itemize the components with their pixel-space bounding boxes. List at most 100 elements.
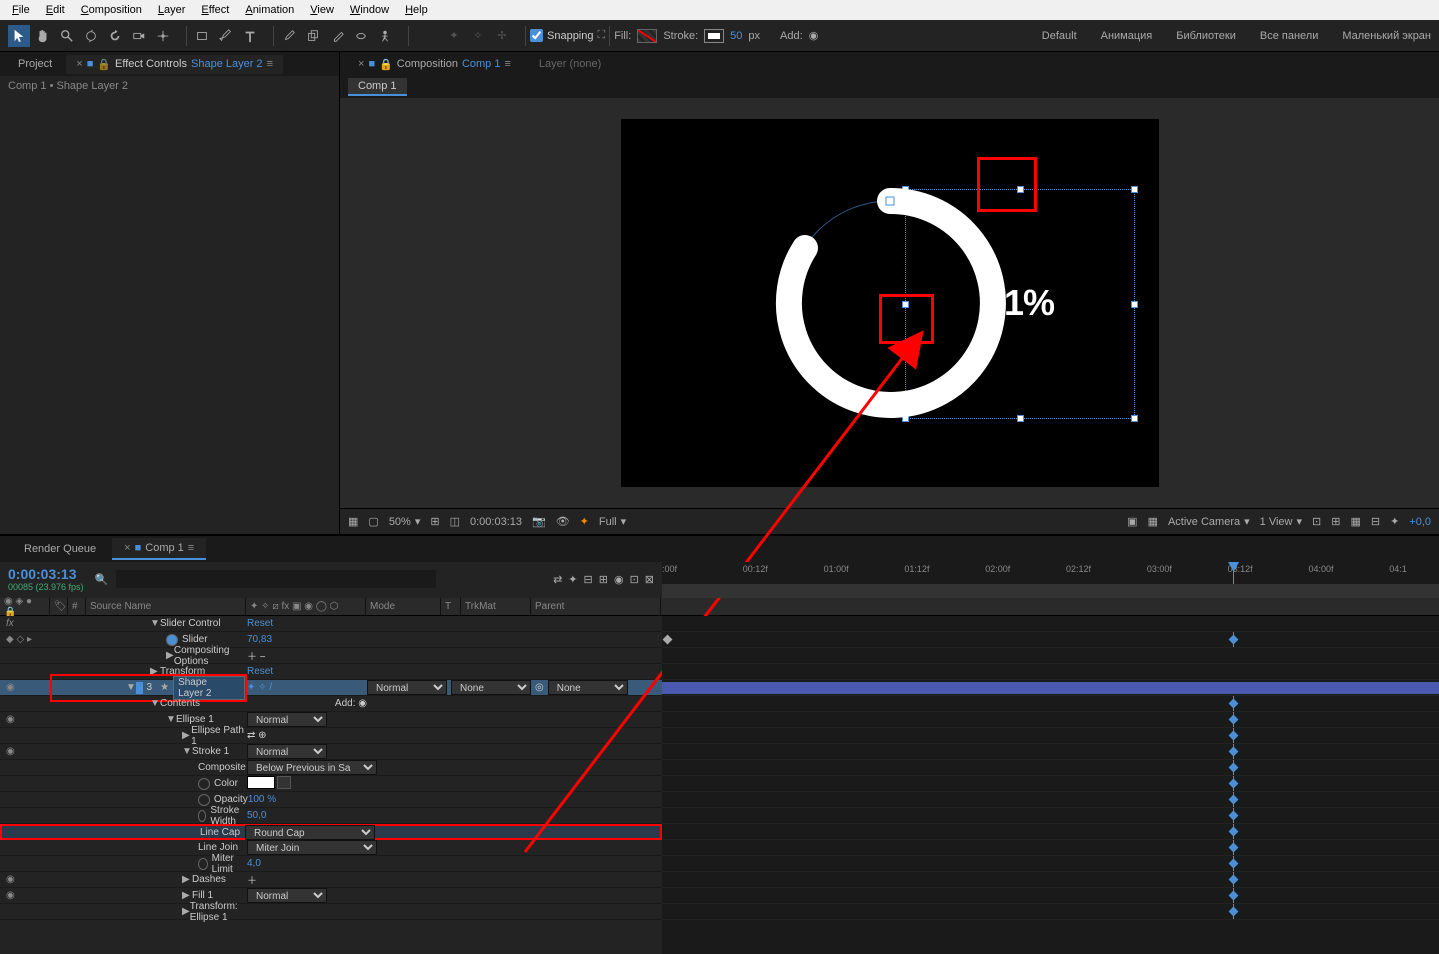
menu-window[interactable]: Window — [342, 4, 397, 16]
row-color[interactable]: Color — [0, 776, 662, 792]
eyedropper-icon[interactable] — [277, 776, 291, 789]
fill-label[interactable]: Fill: — [614, 30, 631, 42]
stroke-label[interactable]: Stroke: — [663, 30, 698, 42]
hide-shy-icon[interactable]: ⊟ — [584, 573, 593, 586]
workspace-all-panels[interactable]: Все панели — [1260, 30, 1318, 42]
stroke-color-swatch[interactable] — [247, 776, 275, 789]
snapshot-icon[interactable]: 📷 — [532, 515, 546, 528]
camera-value[interactable]: Active Camera — [1168, 516, 1240, 528]
rotation-tool[interactable] — [104, 25, 126, 47]
col-trkmat[interactable]: TrkMat — [461, 598, 531, 615]
draft-3d-icon[interactable]: ✦ — [568, 573, 577, 586]
timeline-timecode[interactable]: 0:00:03:13 — [8, 566, 77, 582]
camera-tool[interactable] — [128, 25, 150, 47]
menu-view[interactable]: View — [302, 4, 342, 16]
lock-icon[interactable]: 🔒 — [97, 58, 111, 71]
resolution-icon[interactable]: ⊞ — [430, 515, 439, 528]
anchor-tool[interactable] — [152, 25, 174, 47]
menu-layer[interactable]: Layer — [150, 4, 194, 16]
effect-controls-tab[interactable]: × ■ 🔒 Effect Controls Shape Layer 2 ≡ — [66, 55, 283, 74]
comp-timeline-tab[interactable]: ×■ Comp 1 ≡ — [112, 538, 206, 560]
view-options-icon[interactable]: ⊡ — [1312, 515, 1321, 528]
row-miter-limit[interactable]: Miter Limit 4,0 — [0, 856, 662, 872]
fast-preview-icon[interactable]: ⊞ — [1331, 515, 1340, 528]
workspace-animation[interactable]: Анимация — [1101, 30, 1153, 42]
frame-blend-icon[interactable]: ⊞ — [599, 573, 608, 586]
workspace-default[interactable]: Default — [1042, 30, 1077, 42]
row-composite[interactable]: Composite Below Previous in Sa — [0, 760, 662, 776]
menu-animation[interactable]: Animation — [237, 4, 302, 16]
roi-icon[interactable]: ▣ — [1127, 515, 1137, 528]
grid-icon[interactable]: ▦ — [348, 515, 358, 528]
show-snapshot-icon[interactable]: 👁 — [556, 515, 570, 528]
timeline-ruler[interactable]: :00f 00:12f 01:00f 01:12f 02:00f 02:12f … — [662, 562, 1439, 598]
composition-viewer[interactable]: 71% — [340, 98, 1439, 508]
pen-tool[interactable] — [215, 25, 237, 47]
workspace-libraries[interactable]: Библиотеки — [1176, 30, 1236, 42]
line-cap-select[interactable]: Round Cap — [245, 825, 375, 840]
col-mode[interactable]: Mode — [366, 598, 441, 615]
mask-icon[interactable]: ◫ — [450, 515, 460, 528]
stroke-width-value[interactable]: 50 — [730, 30, 742, 42]
row-dashes[interactable]: ◉ ▶Dashes ＋ — [0, 872, 662, 888]
stroke-swatch[interactable] — [704, 29, 724, 43]
resolution-value[interactable]: Full — [599, 516, 617, 528]
lock-icon[interactable]: 🔒 — [379, 58, 393, 71]
trkmat-select[interactable]: None — [451, 680, 531, 695]
brainstorm-icon[interactable]: ⊠ — [645, 573, 654, 586]
timeline-tracks[interactable] — [662, 616, 1439, 954]
row-transform-ellipse[interactable]: ▶Transform: Ellipse 1 — [0, 904, 662, 920]
exposure-reset-icon[interactable]: ✦ — [1390, 515, 1399, 528]
canvas[interactable]: 71% — [621, 119, 1159, 487]
project-tab[interactable]: Project — [8, 55, 62, 73]
row-compositing-options[interactable]: ▶Compositing Options ＋ − — [0, 648, 662, 664]
row-ellipse-path[interactable]: ▶Ellipse Path 1 ⇄ ⊕ — [0, 728, 662, 744]
col-source-name[interactable]: Source Name — [86, 598, 246, 615]
parent-select[interactable]: None — [548, 680, 628, 695]
menu-edit[interactable]: Edit — [38, 4, 73, 16]
text-tool[interactable] — [239, 25, 261, 47]
view-count[interactable]: 1 View — [1260, 516, 1293, 528]
brush-tool[interactable] — [278, 25, 300, 47]
workspace-small-screen[interactable]: Маленький экран — [1342, 30, 1431, 42]
row-stroke1[interactable]: ◉ ▼Stroke 1 Normal — [0, 744, 662, 760]
row-slider-control[interactable]: fx ▼Slider Control Reset — [0, 616, 662, 632]
orbit-tool[interactable] — [80, 25, 102, 47]
channel-icon[interactable]: ▢ — [368, 515, 378, 528]
timecode-display[interactable]: 0:00:03:13 — [470, 516, 522, 528]
motion-blur-icon[interactable]: ◉ — [614, 573, 624, 586]
comp-subtab[interactable]: Comp 1 — [348, 78, 407, 96]
rectangle-tool[interactable] — [191, 25, 213, 47]
local-axis[interactable]: ✦ — [443, 25, 465, 47]
row-line-cap[interactable]: Line Cap Round Cap — [0, 824, 662, 840]
roto-tool[interactable] — [350, 25, 372, 47]
layer-none-tab[interactable]: Layer (none) — [529, 55, 611, 73]
hand-tool[interactable] — [32, 25, 54, 47]
transparency-icon[interactable]: ▦ — [1148, 515, 1158, 528]
add-button-icon[interactable]: ◉ — [809, 29, 819, 42]
fill-swatch[interactable] — [637, 29, 657, 43]
blend-mode-select[interactable]: Normal — [367, 680, 447, 695]
color-channel-icon[interactable]: ✦ — [580, 515, 589, 528]
eraser-tool[interactable] — [326, 25, 348, 47]
snapping-checkbox[interactable] — [530, 29, 543, 42]
menu-composition[interactable]: Composition — [73, 4, 150, 16]
selection-tool[interactable] — [8, 25, 30, 47]
exposure-value[interactable]: +0,0 — [1409, 516, 1431, 528]
view-axis[interactable]: ✢ — [491, 25, 513, 47]
timeline-search[interactable] — [116, 570, 436, 588]
world-axis[interactable]: ✧ — [467, 25, 489, 47]
zoom-tool[interactable] — [56, 25, 78, 47]
clone-tool[interactable] — [302, 25, 324, 47]
comp-mini-flowchart-icon[interactable]: ⇄ — [553, 573, 562, 586]
row-contents[interactable]: ▼Contents Add: ◉ — [0, 696, 662, 712]
menu-effect[interactable]: Effect — [193, 4, 237, 16]
render-queue-tab[interactable]: Render Queue — [12, 539, 108, 559]
zoom-value[interactable]: 50% — [389, 516, 411, 528]
col-parent[interactable]: Parent — [531, 598, 661, 615]
composition-tab[interactable]: × ■ 🔒 Composition Comp 1 ≡ — [348, 55, 521, 74]
snapping-options-icon[interactable]: ⛶ — [598, 29, 606, 42]
graph-editor-icon[interactable]: ⊡ — [630, 573, 639, 586]
row-shape-layer-2[interactable]: ◉ ▼ 3 ★ Shape Layer 2 ✦ ✧ / Normal None … — [0, 680, 662, 696]
menu-file[interactable]: File — [4, 4, 38, 16]
